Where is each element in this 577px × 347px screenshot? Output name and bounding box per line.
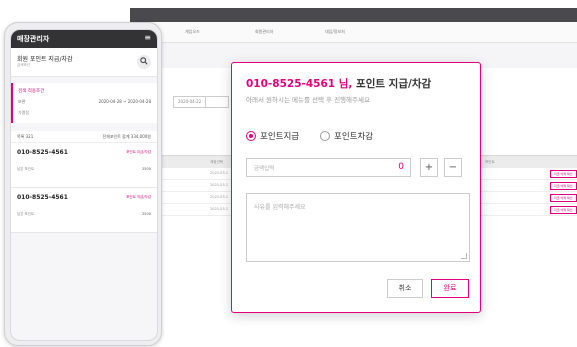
table-cell: 2020-03-1: [210, 183, 229, 187]
desktop-menu-item[interactable]: 게임오즈: [185, 29, 200, 35]
table-cell: 2020-03-1: [210, 195, 229, 199]
desktop-menu-item[interactable]: 회원관리자: [255, 29, 273, 35]
amount-placeholder: 금액입력: [254, 166, 275, 172]
desktop-table-th: 포인트: [485, 160, 495, 164]
filter-card: 검색 적용조건 보관 2020-04-28 ~ 2020-04-28 가맹점: [11, 83, 157, 123]
amount-input[interactable]: 금액입력 0: [246, 158, 411, 177]
row-action-button[interactable]: 지급/삭제 확인: [550, 194, 577, 202]
modal-subtitle: 아래서 원하시는 메뉴를 선택 후 진행해주세요: [246, 96, 370, 104]
desktop-menu-item[interactable]: 대입/정보처: [325, 29, 345, 35]
remaining-points-value: 2500: [142, 167, 151, 171]
confirm-button[interactable]: 완료: [431, 279, 469, 298]
member-phone: 010-8525-4561: [17, 194, 68, 201]
cancel-button[interactable]: 취소: [387, 279, 423, 298]
section-title: 회원 포인트 지급/차감: [17, 56, 73, 63]
desktop-date-chip[interactable]: 2020-04-22: [173, 96, 207, 108]
radio-deduct-label: 포인트차감: [334, 132, 374, 142]
point-adjust-link[interactable]: 포인트 지급/차감: [126, 150, 151, 155]
point-adjust-link[interactable]: 포인트 지급/차감: [126, 195, 151, 200]
filter-key: 보관: [18, 99, 26, 104]
search-icon[interactable]: [137, 55, 151, 69]
mobile-section-header: 회원 포인트 지급/차감 검색조건: [11, 48, 157, 77]
remaining-points-label: 남은 포인트: [17, 212, 35, 216]
decrease-button[interactable]: −: [444, 158, 462, 177]
desktop-table-th: 계정선택: [210, 160, 223, 164]
radio-deduct-points[interactable]: 포인트차감: [320, 130, 373, 142]
filter-key: 가맹점: [18, 110, 30, 115]
radio-give-points[interactable]: 포인트지급: [246, 130, 299, 142]
mobile-header: 매장관리자 ≡: [11, 30, 157, 48]
list-count: 목록 321: [17, 134, 34, 139]
table-cell: 2020-03-1: [210, 207, 229, 211]
phone-screen: 매장관리자 ≡ 회원 포인트 지급/차감 검색조건 검색 적용조건 보관 202…: [10, 29, 158, 341]
row-action-button[interactable]: 지급/삭제 확인: [550, 206, 577, 214]
list-summary: 목록 321 전체포인트 합계 334,000원: [11, 131, 157, 143]
table-cell: 2020-03-1: [210, 171, 229, 175]
filter-title: 검색 적용조건: [18, 89, 45, 94]
reason-placeholder: 사유를 입력해주세요: [254, 204, 306, 211]
amount-value: 0: [398, 162, 404, 172]
desktop-menu-bar: 게임오즈 회원관리자 대입/정보처: [130, 22, 577, 43]
remaining-points-label: 남은 포인트: [17, 167, 35, 171]
row-action-button[interactable]: 지급/삭제 확인: [550, 182, 577, 190]
desktop-date-chip-2[interactable]: [205, 96, 229, 108]
list-item[interactable]: 010-8525-4561 포인트 지급/차감 남은 포인트 2500: [11, 188, 157, 233]
filter-value: 2020-04-28 ~ 2020-04-28: [98, 99, 151, 104]
list-total: 전체포인트 합계 334,000원: [102, 134, 151, 139]
radio-give-label: 포인트지급: [260, 132, 300, 142]
reason-textarea[interactable]: 사유를 입력해주세요: [246, 193, 470, 262]
increase-button[interactable]: +: [420, 158, 438, 177]
modal-title: 010-8525-4561 님, 포인트 지급/차감: [246, 76, 431, 91]
radio-unselected-icon[interactable]: [320, 131, 330, 141]
member-phone: 010-8525-4561: [17, 149, 68, 156]
mobile-app-title: 매장관리자: [17, 35, 50, 43]
desktop-top-bar: [130, 8, 577, 22]
row-action-button[interactable]: 지급/삭제 확인: [550, 170, 577, 178]
list-item[interactable]: 010-8525-4561 포인트 지급/차감 남은 포인트 2500: [11, 143, 157, 188]
modal-title-text: 포인트 지급/차감: [356, 78, 432, 90]
remaining-points-value: 2500: [142, 212, 151, 216]
radio-selected-icon[interactable]: [246, 131, 256, 141]
resize-handle-icon[interactable]: [461, 253, 467, 259]
modal-title-phone: 010-8525-4561 님,: [246, 78, 353, 90]
hamburger-icon[interactable]: ≡: [144, 33, 151, 42]
section-subtitle: 검색조건: [17, 63, 30, 67]
phone-mockup: 매장관리자 ≡ 회원 포인트 지급/차감 검색조건 검색 적용조건 보관 202…: [4, 22, 162, 346]
point-adjust-modal: 010-8525-4561 님, 포인트 지급/차감 아래서 원하시는 메뉴를 …: [231, 62, 481, 313]
